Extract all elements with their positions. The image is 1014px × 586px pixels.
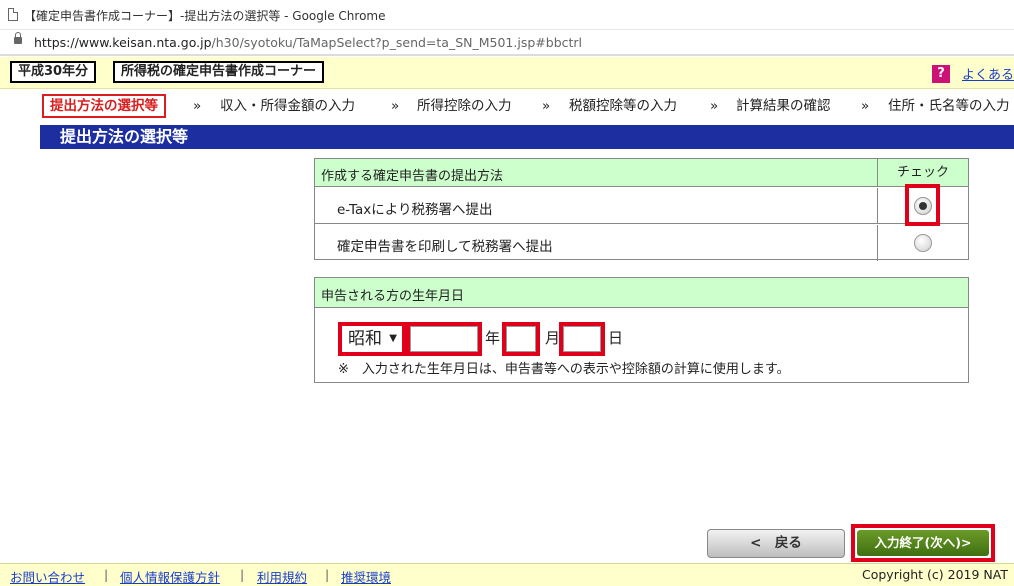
copyright: Copyright (c) 2019 NAT	[862, 567, 1009, 582]
step-separator: »	[542, 98, 551, 114]
step-deduction-input: 所得控除の入力	[417, 98, 512, 114]
day-unit: 日	[608, 329, 624, 347]
birth-year-field[interactable]	[406, 322, 482, 356]
next-button-highlight: 入力終了(次へ)>	[851, 524, 995, 562]
option-print-label: 確定申告書を印刷して税務署へ提出	[337, 239, 553, 255]
site-header: 平成30年分 所得税の確定申告書作成コーナー ? よくある	[0, 57, 1014, 89]
birth-month-field[interactable]	[502, 322, 540, 356]
option-print-cell	[877, 225, 968, 261]
era-select[interactable]: 昭和 ▼	[338, 322, 406, 356]
dropdown-arrow-icon: ▼	[389, 333, 397, 344]
url-path: /h30/syotoku/TaMapSelect?p_send=ta_SN_M5…	[211, 35, 583, 50]
option-etax-cell	[877, 184, 968, 226]
year-badge: 平成30年分	[10, 61, 97, 83]
footer-separator: |	[325, 567, 330, 582]
birth-header-label: 申告される方の生年月日	[321, 289, 465, 304]
step-income-input: 収入・所得金額の入力	[220, 98, 355, 114]
privacy-policy-link[interactable]: 個人情報保護方針	[120, 567, 220, 586]
site-footer: お問い合わせ | 個人情報保護方針 | 利用規約 | 推奨環境 Copyrigh…	[0, 563, 1014, 586]
step-result-check: 計算結果の確認	[736, 98, 831, 114]
submission-table-header: 作成する確定申告書の提出方法 チェック	[315, 159, 968, 187]
step-tax-credit-input: 税額控除等の入力	[569, 98, 677, 114]
header-method: 作成する確定申告書の提出方法	[321, 169, 504, 184]
window-title: 【確定申告書作成コーナー】-提出方法の選択等 - Google Chrome	[24, 9, 386, 23]
back-button[interactable]: < 戻る	[707, 529, 845, 558]
birth-month-input[interactable]	[506, 326, 536, 352]
option-etax-row[interactable]: e-Taxにより税務署へ提出	[315, 184, 968, 226]
page-title: 提出方法の選択等	[40, 125, 1014, 149]
step-separator: »	[391, 98, 400, 114]
step-separator: »	[193, 98, 202, 114]
footer-separator: |	[240, 567, 245, 582]
address-bar[interactable]: https://www.keisan.nta.go.jp/h30/syotoku…	[0, 30, 1014, 56]
page-icon	[8, 8, 18, 21]
year-unit: 年	[485, 329, 501, 347]
option-print-row[interactable]: 確定申告書を印刷して税務署へ提出	[315, 225, 968, 261]
header-check: チェック	[877, 159, 968, 187]
step-submission-method: 提出方法の選択等	[42, 94, 166, 118]
option-print-radio[interactable]	[914, 234, 932, 252]
month-unit: 月	[545, 329, 561, 347]
footer-separator: |	[104, 567, 109, 582]
birth-day-input[interactable]	[563, 326, 601, 352]
contact-link[interactable]: お問い合わせ	[10, 567, 85, 586]
era-value: 昭和	[348, 329, 382, 349]
radio-highlight-box	[905, 184, 940, 226]
birth-table-header: 申告される方の生年月日	[315, 278, 968, 308]
birth-note: ※ 入力された生年月日は、申告書等への表示や控除額の計算に使用します。	[338, 362, 790, 377]
browser-title-bar: 【確定申告書作成コーナー】-提出方法の選択等 - Google Chrome	[0, 0, 1014, 30]
step-separator: »	[861, 98, 870, 114]
birth-day-field[interactable]	[559, 322, 605, 356]
faq-link[interactable]: よくある	[962, 64, 1014, 83]
corner-title: 所得税の確定申告書作成コーナー	[113, 61, 325, 83]
help-icon[interactable]: ?	[932, 65, 950, 83]
lock-icon	[14, 32, 22, 44]
step-address-input: 住所・氏名等の入力	[888, 98, 1010, 114]
option-etax-label: e-Taxにより税務署へ提出	[337, 202, 493, 218]
step-navigation: 提出方法の選択等 » 収入・所得金額の入力 » 所得控除の入力 » 税額控除等の…	[0, 90, 1014, 124]
url-text[interactable]: https://www.keisan.nta.go.jp/h30/syotoku…	[34, 35, 582, 50]
recommended-env-link[interactable]: 推奨環境	[341, 567, 391, 586]
birth-year-input[interactable]	[410, 326, 478, 352]
next-button[interactable]: 入力終了(次へ)>	[857, 530, 989, 556]
url-host: https://www.keisan.nta.go.jp	[34, 35, 212, 50]
submission-method-table: 作成する確定申告書の提出方法 チェック e-Taxにより税務署へ提出 確定申告書…	[314, 158, 969, 261]
terms-link[interactable]: 利用規約	[257, 567, 307, 586]
step-separator: »	[710, 98, 719, 114]
